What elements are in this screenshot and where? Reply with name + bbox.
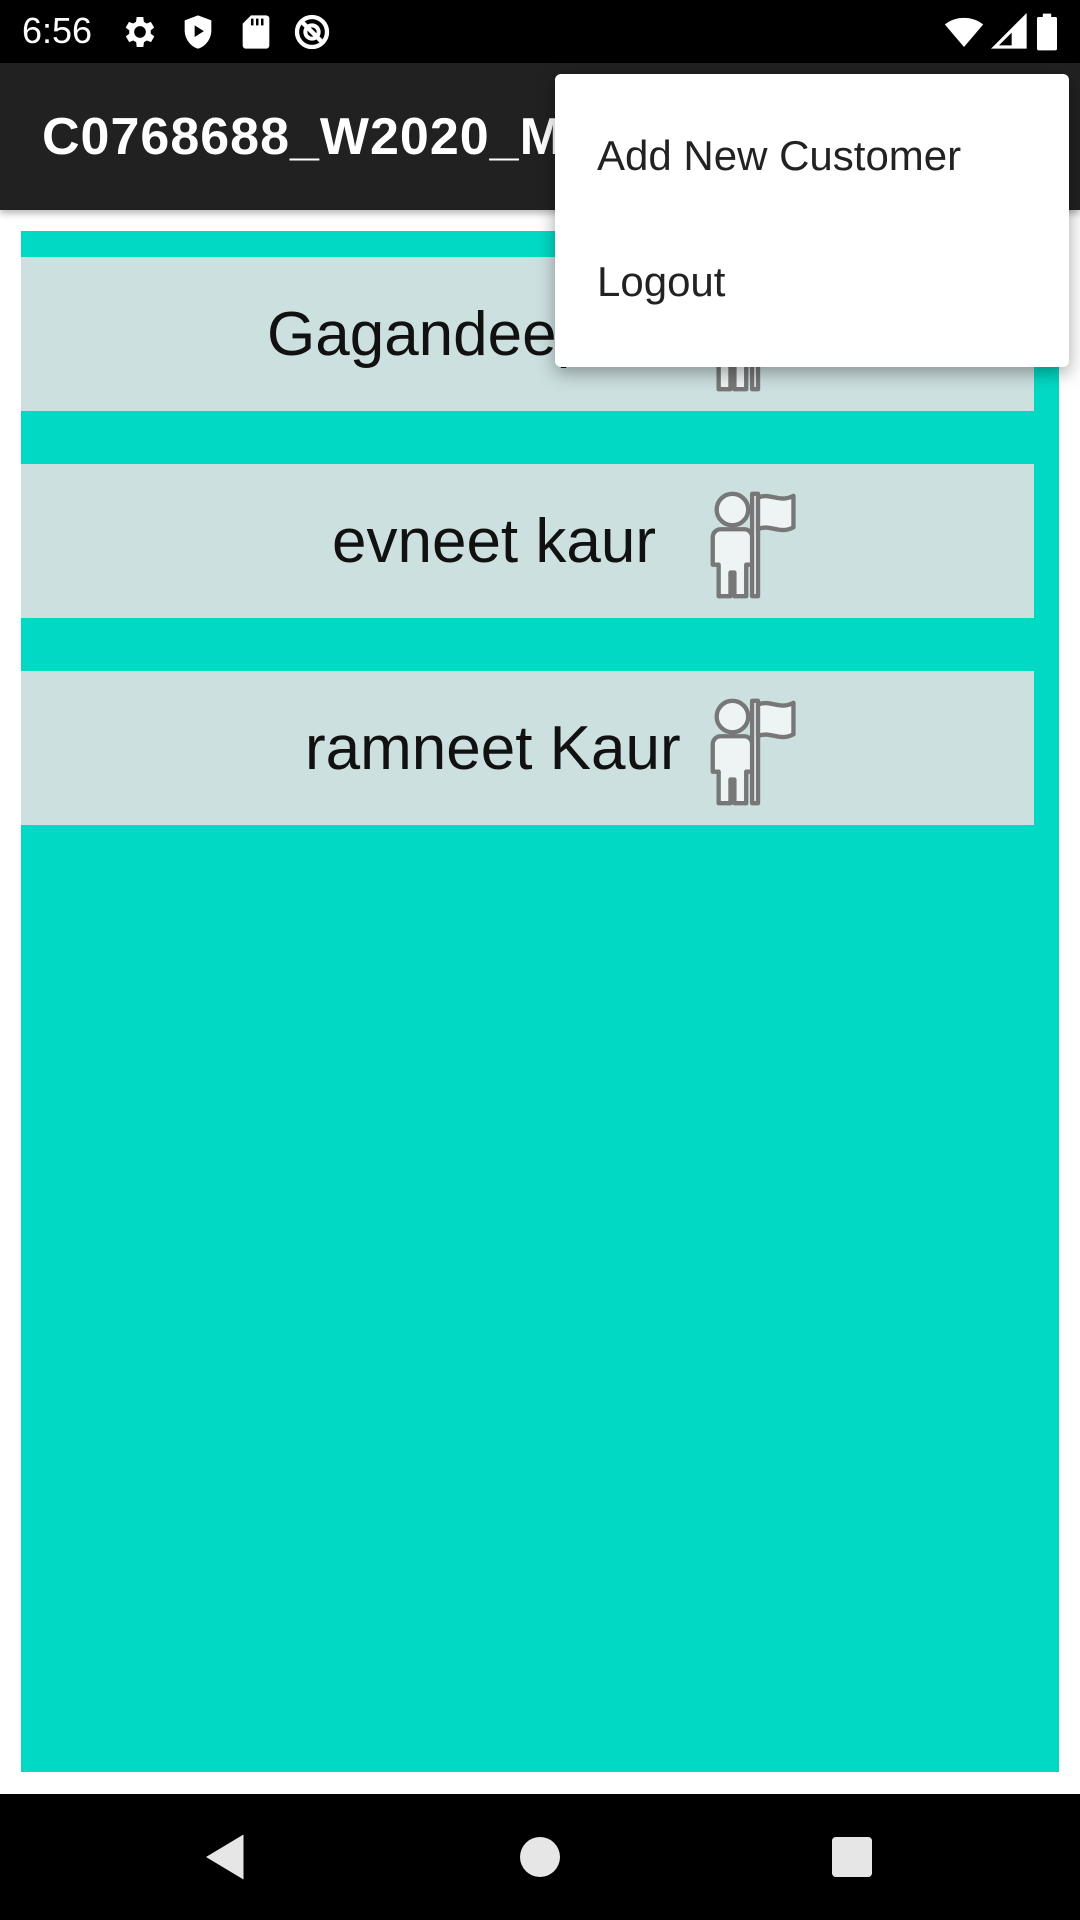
customer-list[interactable]: Gagandeep evneet kaur ramneet Kaur (21, 231, 1059, 1772)
menu-item-label: Add New Customer (597, 132, 962, 179)
customer-name: evneet kaur (332, 507, 656, 576)
app-title: C0768688_W2020_M (42, 108, 564, 166)
home-icon[interactable] (510, 1827, 570, 1887)
customer-name: ramneet Kaur (305, 714, 681, 783)
menu-item-logout[interactable]: Logout (555, 218, 1069, 344)
person-with-flag-icon (697, 689, 823, 815)
back-icon[interactable] (196, 1827, 256, 1887)
settings-gear-icon (120, 12, 160, 52)
menu-item-label: Logout (597, 258, 726, 305)
overflow-menu: Add New Customer Logout (555, 74, 1069, 367)
status-bar: 6:56 (0, 0, 1080, 63)
recents-icon[interactable] (822, 1827, 882, 1887)
cellular-signal-icon (990, 12, 1030, 52)
sd-card-icon (236, 12, 276, 52)
screen: 6:56 C0768688_W2020_M Gagandeep evneet k… (0, 0, 1080, 1920)
customer-row[interactable]: evneet kaur (21, 464, 1034, 618)
do-not-disturb-icon (292, 12, 332, 52)
status-time: 6:56 (22, 10, 93, 51)
menu-item-add-new-customer[interactable]: Add New Customer (555, 92, 1069, 218)
person-with-flag-icon (697, 482, 823, 608)
shield-play-icon (178, 12, 218, 52)
wifi-icon (942, 12, 986, 52)
navigation-bar (0, 1794, 1080, 1920)
customer-row[interactable]: ramneet Kaur (21, 671, 1034, 825)
battery-icon (1030, 12, 1064, 52)
customer-name: Gagandeep (267, 300, 592, 369)
